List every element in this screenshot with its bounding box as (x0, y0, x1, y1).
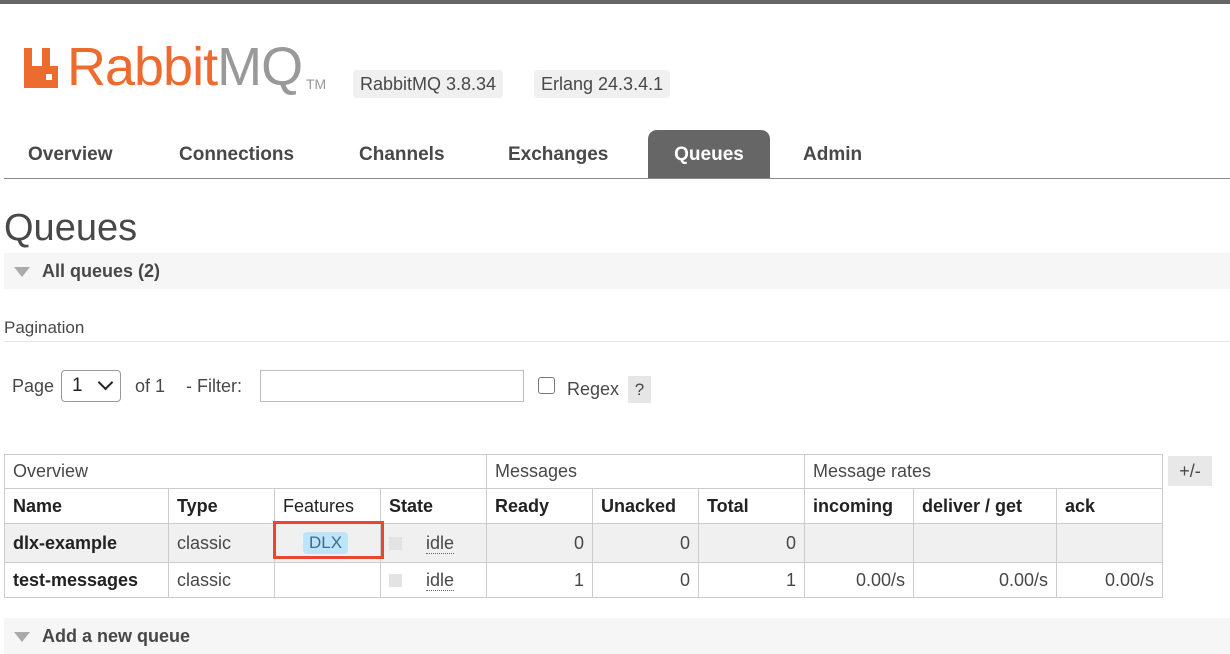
queue-deliver-get (913, 523, 1057, 563)
filter-label: - Filter: (186, 376, 242, 396)
column-header-type[interactable]: Type (168, 488, 275, 524)
tab-exchanges[interactable]: Exchanges (484, 130, 632, 178)
state-indicator-icon (389, 574, 402, 588)
queue-deliver-get: 0.00/s (913, 562, 1057, 598)
queue-ack (1056, 523, 1163, 563)
all-queues-section-label: All queues (2) (42, 261, 161, 281)
queue-incoming (804, 523, 914, 563)
column-header-deliver-get[interactable]: deliver / get (913, 488, 1057, 524)
group-header-messages: Messages (486, 454, 805, 489)
rabbitmq-version-badge: RabbitMQ 3.8.34 (353, 70, 504, 98)
table-row[interactable]: dlx-example classic DLX idle 0 0 0 (4, 523, 1163, 563)
queue-state-label: idle (426, 569, 455, 591)
features-highlight-box (273, 521, 384, 559)
group-header-overview: Overview (4, 454, 487, 489)
logo-wordmark: RabbitMQ (67, 36, 303, 98)
tab-overview[interactable]: Overview (4, 130, 137, 178)
pagination-label: Pagination (4, 318, 85, 337)
page-select[interactable]: 1 (61, 370, 121, 402)
page-select-value: 1 (72, 375, 83, 396)
logo-word-mq: MQ (217, 37, 303, 97)
page-title: Queues (4, 207, 138, 249)
top-bar (0, 0, 1230, 4)
queue-state: idle (380, 562, 487, 598)
page-label: Page (12, 376, 55, 396)
column-header-state[interactable]: State (380, 488, 487, 524)
column-header-total[interactable]: Total (698, 488, 805, 524)
add-queue-section-label: Add a new queue (42, 626, 191, 646)
rabbit-icon (24, 48, 58, 88)
tab-queues[interactable]: Queues (648, 130, 770, 178)
filter-input[interactable] (260, 370, 524, 402)
queue-name-link[interactable]: test-messages (4, 562, 169, 598)
queue-state-label: idle (426, 532, 455, 554)
state-indicator-icon (389, 537, 402, 551)
queue-unacked: 0 (592, 562, 699, 598)
tab-channels[interactable]: Channels (335, 130, 469, 178)
collapse-triangle-icon (14, 267, 30, 277)
column-header-unacked[interactable]: Unacked (592, 488, 699, 524)
chevron-down-icon (97, 374, 114, 391)
table-group-header-row: Overview Messages Message rates (4, 454, 1163, 489)
queue-incoming: 0.00/s (804, 562, 914, 598)
queue-type: classic (168, 523, 275, 563)
queue-name-link[interactable]: dlx-example (4, 523, 169, 563)
column-header-ack[interactable]: ack (1056, 488, 1163, 524)
queue-total: 1 (698, 562, 805, 598)
tab-admin[interactable]: Admin (779, 130, 886, 178)
regex-help-button[interactable]: ? (628, 376, 651, 403)
queue-unacked: 0 (592, 523, 699, 563)
queue-state: idle (380, 523, 487, 563)
all-queues-section-toggle[interactable]: All queues (2) (4, 253, 1230, 289)
queue-total: 0 (698, 523, 805, 563)
main-nav-tabs: Overview Connections Channels Exchanges … (4, 130, 1230, 179)
queue-ack: 0.00/s (1056, 562, 1163, 598)
regex-checkbox[interactable] (538, 377, 555, 394)
tab-connections[interactable]: Connections (155, 130, 318, 178)
logo-trademark: TM (306, 76, 327, 92)
queue-features (274, 562, 381, 598)
pagination-divider (4, 341, 1230, 342)
column-toggle-button[interactable]: +/- (1168, 456, 1212, 486)
column-header-name[interactable]: Name (4, 488, 169, 524)
collapse-triangle-icon (14, 632, 30, 642)
table-row[interactable]: test-messages classic idle 1 0 1 0.00/s … (4, 562, 1163, 598)
group-header-message-rates: Message rates (804, 454, 1163, 489)
of-pages-label: of 1 (135, 376, 166, 396)
column-header-incoming[interactable]: incoming (804, 488, 914, 524)
add-queue-section-toggle[interactable]: Add a new queue (4, 618, 1230, 654)
queue-type: classic (168, 562, 275, 598)
column-header-features[interactable]: Features (274, 488, 381, 524)
queue-ready: 0 (486, 523, 593, 563)
logo-word-rabbit: Rabbit (67, 37, 218, 97)
regex-label: Regex (567, 379, 620, 399)
column-header-ready[interactable]: Ready (486, 488, 593, 524)
erlang-version-badge: Erlang 24.3.4.1 (534, 70, 671, 98)
queue-ready: 1 (486, 562, 593, 598)
table-column-header-row: Name Type Features State Ready Unacked T… (4, 488, 1163, 524)
queues-table: Overview Messages Message rates Name Typ… (4, 454, 1163, 598)
